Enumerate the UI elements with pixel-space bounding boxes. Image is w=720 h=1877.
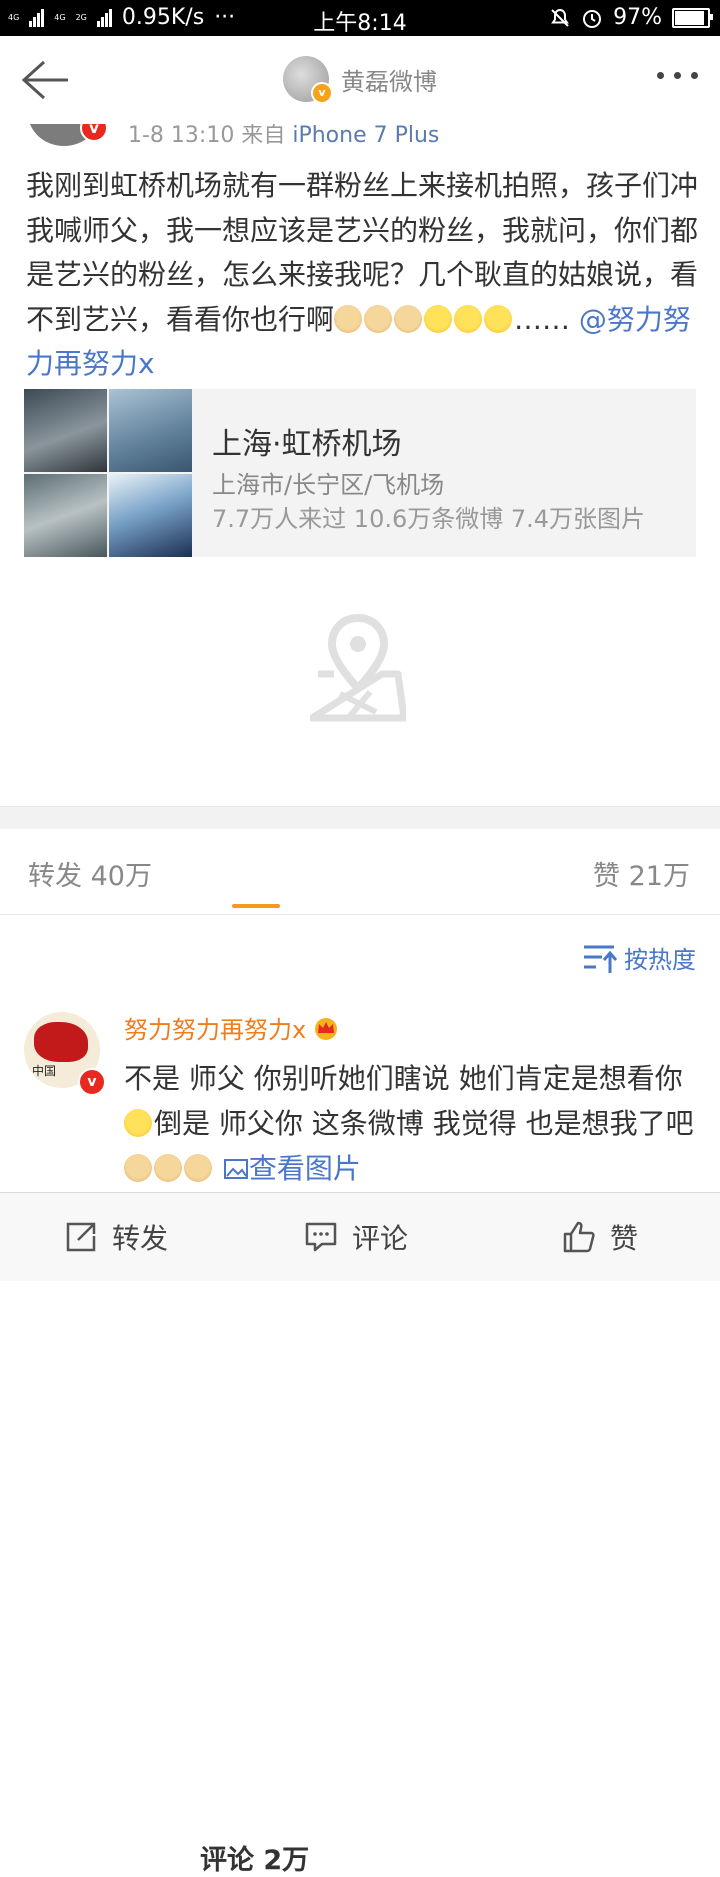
- tab-likes[interactable]: 赞 21万: [593, 854, 690, 893]
- location-name: 上海·虹桥机场: [212, 427, 402, 462]
- battery-percent: 97%: [613, 5, 662, 30]
- comment-button[interactable]: 评论: [304, 1193, 720, 1281]
- post-source: iPhone 7 Plus: [292, 124, 440, 146]
- map-placeholder-icon: [310, 613, 406, 722]
- comment-icon: [305, 1222, 337, 1252]
- mute-icon: [551, 8, 569, 27]
- doge-emoji-icon: [184, 1154, 212, 1182]
- post-meta: 1-8 13:10 来自 iPhone 7 Plus: [128, 124, 439, 146]
- comment-text: 不是 师父 你别听她们瞎说 她们肯定是想看你倒是 师父你 这条微博 我觉得 也是…: [124, 1056, 704, 1191]
- scared-emoji-icon: [124, 1109, 152, 1137]
- comment-body-1: 不是 师父 你别听她们瞎说 她们肯定是想看你: [124, 1062, 683, 1095]
- location-stats: 7.7万人来过 10.6万条微博 7.4万张图片: [212, 505, 646, 533]
- thinking-emoji-icon: [424, 304, 453, 333]
- battery-fill: [675, 10, 705, 25]
- image-icon: [223, 1159, 248, 1179]
- section-divider: [0, 806, 720, 829]
- verified-badge-icon: v: [311, 82, 333, 104]
- repost-label: 转发: [112, 1222, 169, 1255]
- thinking-emoji-icon: [454, 304, 483, 333]
- verified-badge-icon: v: [78, 1068, 106, 1096]
- active-tab-indicator: [232, 904, 280, 908]
- view-image-label: 查看图片: [248, 1152, 361, 1185]
- location-card[interactable]: 上海·虹桥机场 上海市/长宁区/飞机场 7.7万人来过 10.6万条微博 7.4…: [24, 389, 696, 557]
- nav-bar: v 黄磊微博: [0, 36, 720, 124]
- doge-emoji-icon: [394, 304, 423, 333]
- crown-icon: [315, 1017, 338, 1040]
- location-photo: [24, 389, 107, 472]
- alarm-icon: [583, 9, 602, 28]
- post-ellipsis: ……: [514, 302, 571, 336]
- location-thumbnails: [24, 389, 192, 557]
- thinking-emoji-icon: [484, 304, 513, 333]
- like-button[interactable]: 赞: [562, 1193, 638, 1281]
- like-label: 赞: [610, 1222, 639, 1255]
- location-photo: [109, 389, 192, 472]
- bottom-action-bar: 转发 评论 赞: [0, 1192, 720, 1281]
- nav-title: 黄磊微博: [341, 67, 437, 96]
- more-options-icon[interactable]: [657, 72, 698, 79]
- author-avatar[interactable]: v: [283, 56, 333, 104]
- post-source-prefix: 来自: [241, 124, 286, 146]
- doge-emoji-icon: [334, 304, 363, 333]
- verified-badge-icon: v: [80, 124, 108, 142]
- thumbs-up-icon: [563, 1221, 595, 1253]
- battery-icon: [672, 7, 713, 28]
- nav-title-group[interactable]: v 黄磊微博: [0, 56, 720, 104]
- tab-comments[interactable]: 评论 2万: [200, 1838, 720, 1877]
- sort-by-hot-button[interactable]: 按热度: [582, 940, 696, 975]
- interaction-tabs: 转发 40万 评论 2万 赞 21万: [0, 828, 720, 1876]
- tab-reposts[interactable]: 转发 40万: [28, 854, 152, 893]
- comment-label: 评论: [352, 1222, 409, 1255]
- china-map-graphic: [34, 1022, 88, 1062]
- location-photo: [109, 474, 192, 557]
- repost-icon: [66, 1222, 96, 1252]
- doge-emoji-icon: [154, 1154, 182, 1182]
- post-header: v 1-8 13:10 来自 iPhone 7 Plus: [0, 124, 720, 146]
- commenter-username: 努力努力再努力x: [124, 1016, 307, 1044]
- sort-icon: [584, 945, 618, 973]
- avatar-text: 中国: [32, 1064, 57, 1078]
- commenter-name[interactable]: 努力努力再努力x: [124, 1010, 340, 1045]
- repost-button[interactable]: 转发: [64, 1193, 168, 1281]
- post-text: 我刚到虹桥机场就有一群粉丝上来接机拍照，孩子们冲我喊师父，我一想应该是艺兴的粉丝…: [26, 164, 698, 387]
- doge-emoji-icon: [124, 1154, 152, 1182]
- status-bar: 4G 4G 2G 0.95K/s ··· 上午8:14 97%: [0, 0, 720, 36]
- view-image-link[interactable]: 查看图片: [223, 1152, 361, 1185]
- location-address: 上海市/长宁区/飞机场: [212, 471, 445, 499]
- location-photo: [24, 474, 107, 557]
- comment-body-2: 倒是 师父你 这条微博 我觉得 也是想我了吧: [154, 1107, 694, 1140]
- doge-emoji-icon: [364, 304, 393, 333]
- sort-label: 按热度: [624, 946, 696, 974]
- post-author-avatar[interactable]: v: [28, 124, 108, 146]
- post-time: 1-8 13:10: [128, 124, 235, 146]
